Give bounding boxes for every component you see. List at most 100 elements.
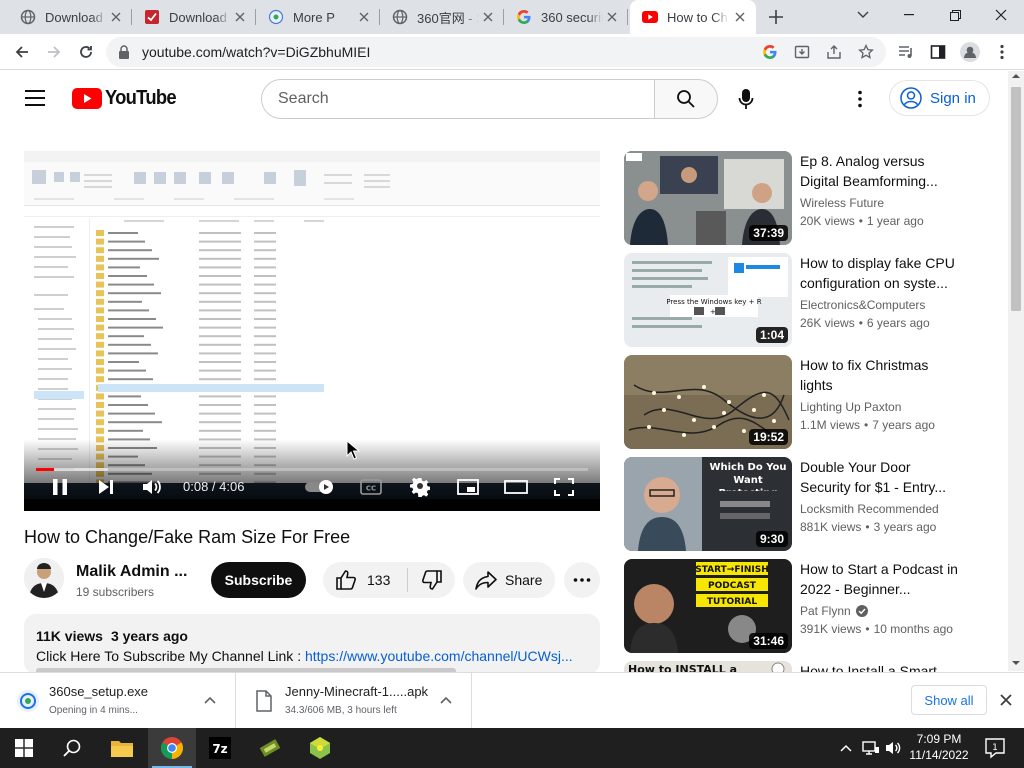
sign-in-button[interactable]: Sign in (889, 80, 990, 116)
close-tab-icon[interactable] (108, 9, 124, 25)
close-shelf-icon[interactable] (998, 692, 1014, 708)
recommendation-item[interactable]: 19:52 How to fix Christmas lights Lighti… (624, 355, 960, 449)
share-icon[interactable] (826, 44, 842, 60)
page-scrollbar[interactable] (1008, 71, 1024, 671)
close-tab-icon[interactable] (356, 9, 372, 25)
back-arrow-icon[interactable] (10, 40, 34, 64)
close-tab-icon[interactable] (232, 9, 248, 25)
scrollbar-thumb[interactable] (1011, 87, 1021, 311)
bookmark-star-icon[interactable] (858, 44, 874, 60)
autoplay-toggle[interactable] (304, 474, 338, 500)
hamburger-menu-icon[interactable] (24, 89, 46, 107)
miniplayer-button[interactable] (455, 474, 481, 500)
google-lens-icon[interactable] (762, 44, 778, 60)
download-item[interactable]: Jenny-Minecraft-1.....apk 34.3/606 MB, 3… (236, 673, 472, 729)
recommendation-title[interactable]: Ep 8. Analog versus Digital Beamforming.… (800, 151, 960, 191)
video-thumbnail[interactable]: START→FINISH PODCAST TUTORIAL 31:46 (624, 559, 792, 653)
channel-name[interactable]: Malik Admin ... (76, 563, 187, 581)
forward-arrow-icon[interactable] (42, 40, 66, 64)
show-hidden-icons-chevron-icon[interactable] (836, 728, 856, 768)
lock-icon[interactable] (118, 45, 130, 59)
youtube-logo[interactable]: YouTube (72, 87, 182, 110)
dislike-button[interactable] (408, 562, 455, 598)
network-icon[interactable] (860, 728, 882, 768)
recommendation-title[interactable]: Double Your Door Security for $1 - Entry… (800, 457, 960, 497)
minimize-icon[interactable] (886, 0, 932, 30)
tab-more[interactable]: More P (256, 0, 380, 34)
description-box[interactable]: 11K views 3 years ago Click Here To Subsc… (24, 614, 600, 674)
side-panel-icon[interactable] (926, 40, 950, 64)
media-controls-icon[interactable] (894, 40, 918, 64)
recommendation-item[interactable]: How to INSTALL a How to Install a Smart (624, 661, 960, 672)
progress-bar[interactable] (36, 468, 588, 471)
recommendation-item[interactable]: 37:39 Ep 8. Analog versus Digital Beamfo… (624, 151, 960, 245)
restore-icon[interactable] (932, 0, 978, 30)
pause-button[interactable] (48, 474, 72, 500)
close-window-icon[interactable] (978, 0, 1024, 30)
tab-search-chevron-icon[interactable] (840, 0, 886, 30)
search-box[interactable] (261, 79, 655, 119)
action-center-button[interactable]: 1 (980, 728, 1010, 768)
share-button[interactable]: Share (463, 562, 555, 598)
volume-tray-icon[interactable] (883, 728, 905, 768)
recommendation-title[interactable]: How to Install a Smart (800, 661, 960, 672)
taskbar-app[interactable] (296, 728, 344, 768)
subscribe-button[interactable]: Subscribe (211, 562, 306, 598)
voice-search-button[interactable] (726, 79, 766, 119)
taskbar-app[interactable] (148, 728, 196, 768)
omnibox[interactable]: youtube.com/watch?v=DiGZbhuMIEI (106, 37, 886, 67)
close-tab-icon[interactable] (732, 9, 748, 25)
next-button[interactable] (94, 474, 118, 500)
taskbar-app[interactable]: 7z (196, 728, 244, 768)
video-player[interactable]: 0:08 / 4:06 CC (24, 151, 600, 511)
channel-avatar[interactable] (24, 558, 64, 598)
video-thumbnail[interactable]: Press the Windows key + R + 1:04 (624, 253, 792, 347)
recommendation-item[interactable]: START→FINISH PODCAST TUTORIAL 31:46 How to… (624, 559, 960, 653)
recommendation-item[interactable]: Press the Windows key + R + 1:04 How to d… (624, 253, 960, 347)
install-app-icon[interactable] (794, 44, 810, 60)
more-actions-button[interactable] (564, 562, 600, 598)
volume-button[interactable] (140, 474, 164, 500)
recommendation-title[interactable]: How to display fake CPU configuration on… (800, 253, 960, 293)
taskbar-app[interactable] (246, 728, 294, 768)
browser-menu-icon[interactable] (990, 40, 1014, 64)
close-tab-icon[interactable] (604, 9, 620, 25)
video-thumbnail[interactable]: How to INSTALL a (624, 661, 792, 672)
start-button[interactable] (0, 728, 48, 768)
tab-youtube-active[interactable]: How to Ch (630, 0, 756, 34)
tab-download-1[interactable]: Download (8, 0, 132, 34)
system-clock[interactable]: 7:09 PM 11/14/2022 (904, 731, 974, 763)
reload-icon[interactable] (74, 40, 98, 64)
search-input[interactable] (278, 90, 654, 108)
video-thumbnail[interactable]: 37:39 (624, 151, 792, 245)
recommendation-title[interactable]: How to Start a Podcast in 2022 - Beginne… (800, 559, 960, 599)
chevron-up-icon[interactable] (202, 693, 218, 709)
recommendation-title[interactable]: How to fix Christmas lights (800, 355, 960, 395)
profile-avatar-icon[interactable] (958, 40, 982, 64)
recommendation-item[interactable]: Which Do You Want Protecting Your Home? … (624, 457, 960, 551)
fullscreen-button[interactable] (551, 474, 577, 500)
url-text[interactable]: youtube.com/watch?v=DiGZbhuMIEI (142, 44, 370, 60)
tab-360[interactable]: 360官网 - 3 (380, 0, 504, 34)
show-all-downloads-button[interactable]: Show all (911, 685, 987, 715)
scroll-down-arrow-icon[interactable] (1008, 658, 1024, 668)
tab-download-2[interactable]: Download (132, 0, 256, 34)
new-tab-icon[interactable] (766, 7, 786, 27)
search-taskbar-button[interactable] (48, 728, 96, 768)
tab-360-security[interactable]: 360 securit (504, 0, 628, 34)
channel-link[interactable]: https://www.youtube.com/channel/UCWsj... (305, 648, 573, 664)
scroll-up-arrow-icon[interactable] (1008, 71, 1024, 81)
search-button[interactable] (654, 79, 718, 119)
download-item[interactable]: 360se_setup.exe Opening in 4 mins... (0, 673, 236, 729)
like-button[interactable]: 133 (323, 562, 407, 598)
video-thumbnail[interactable]: 19:52 (624, 355, 792, 449)
subtitles-button[interactable]: CC (358, 474, 384, 500)
chevron-up-icon[interactable] (438, 693, 454, 709)
settings-kebab-icon[interactable] (848, 87, 872, 111)
video-thumbnail[interactable]: Which Do You Want Protecting Your Home? … (624, 457, 792, 551)
notification-icon: 1 (985, 738, 1005, 759)
close-tab-icon[interactable] (480, 9, 496, 25)
taskbar-app[interactable] (98, 728, 146, 768)
theater-mode-button[interactable] (503, 474, 529, 500)
settings-button[interactable] (407, 474, 433, 500)
